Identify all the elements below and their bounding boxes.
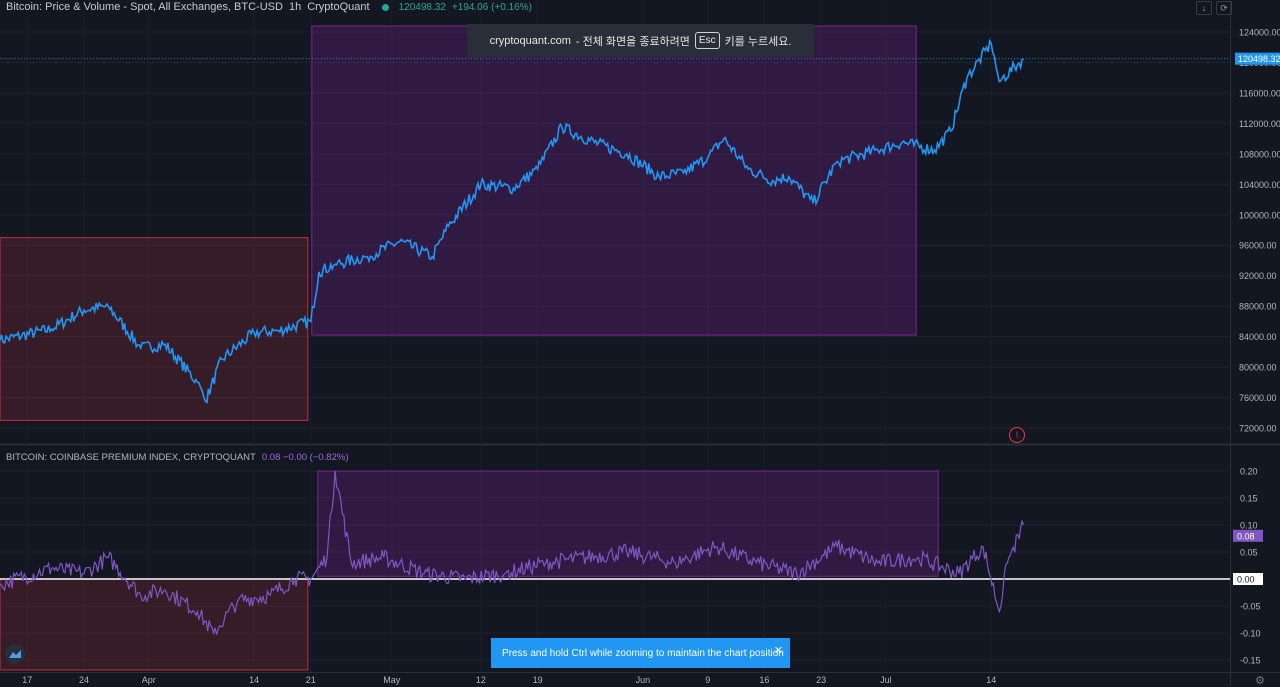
y-tick-label: 76000.00 xyxy=(1239,393,1277,403)
y-tick-label: 88000.00 xyxy=(1239,302,1277,312)
pane-controls: ↓ ⟳ xyxy=(1196,1,1232,15)
legend-last: 120498.32 xyxy=(398,1,446,13)
premium-legend-values: 0.08 −0.00 (−0.82%) xyxy=(261,452,349,463)
x-tick-label: Apr xyxy=(142,675,156,685)
time-axis[interactable]: 17 24 Apr 14 21 May 12 19 Jun 9 16 23 Jul 14 xyxy=(22,675,996,685)
premium-legend-title: BITCOIN: COINBASE PREMIUM INDEX, CRYPTOQ… xyxy=(6,452,256,463)
settings-gear-icon[interactable]: ⚙ xyxy=(1255,674,1265,687)
y-tick-label: 96000.00 xyxy=(1239,241,1277,251)
x-tick-label: 16 xyxy=(759,675,769,685)
y-tick-label: 0.20 xyxy=(1240,467,1258,477)
x-tick-label: Jul xyxy=(880,675,892,685)
last-price-label: 120498.32 xyxy=(1238,54,1280,64)
logo-icon[interactable] xyxy=(5,644,25,664)
x-tick-label: 9 xyxy=(705,675,710,685)
restore-icon[interactable]: ⟳ xyxy=(1216,1,1232,15)
close-icon[interactable]: ✕ xyxy=(774,644,783,657)
legend-title: Bitcoin: Price & Volume - Spot, All Exch… xyxy=(6,1,283,13)
legend-source: CryptoQuant xyxy=(307,1,370,13)
y-tick-label: 116000.00 xyxy=(1239,88,1280,98)
x-tick-label: 17 xyxy=(22,675,32,685)
fullscreen-banner: cryptoquant.com - 전체 화면을 종료하려면 Esc 키를 누르… xyxy=(467,24,814,57)
y-tick-label: 112000.00 xyxy=(1239,119,1280,129)
y-tick-label: -0.05 xyxy=(1240,602,1261,612)
x-tick-label: 23 xyxy=(816,675,826,685)
x-tick-label: 14 xyxy=(249,675,259,685)
y-tick-label: 72000.00 xyxy=(1239,424,1277,434)
x-tick-label: May xyxy=(383,675,401,685)
y-tick-label: -0.15 xyxy=(1240,656,1261,666)
y-tick-label: 108000.00 xyxy=(1239,149,1280,159)
legend-interval[interactable]: 1h xyxy=(289,1,301,13)
y-tick-label: 0.05 xyxy=(1240,548,1258,558)
y-tick-label: 104000.00 xyxy=(1239,180,1280,190)
red-zone-price[interactable] xyxy=(0,237,309,421)
premium-legend: BITCOIN: COINBASE PREMIUM INDEX, CRYPTOQ… xyxy=(6,452,348,463)
y-tick-label: 124000.00 xyxy=(1239,28,1280,38)
y-tick-label: -0.10 xyxy=(1240,629,1261,639)
zoom-hint-toast: Press and hold Ctrl while zooming to mai… xyxy=(491,638,790,668)
y-tick-label: 0.15 xyxy=(1240,494,1258,504)
banner-text-before: - 전체 화면을 종료하려면 xyxy=(575,35,690,48)
x-tick-label: 14 xyxy=(986,675,996,685)
x-tick-label: 12 xyxy=(476,675,486,685)
x-tick-label: 19 xyxy=(533,675,543,685)
y-tick-label: 80000.00 xyxy=(1239,363,1277,373)
y-tick-label: 0.10 xyxy=(1240,521,1258,531)
arrow-down-icon[interactable]: ↓ xyxy=(1196,1,1212,15)
price-axis[interactable]: 124000.00120000.00116000.00112000.001080… xyxy=(1233,28,1280,666)
y-tick-label: 92000.00 xyxy=(1239,271,1277,281)
y-tick-label: 100000.00 xyxy=(1239,210,1280,220)
x-tick-label: Jun xyxy=(636,675,651,685)
warning-icon[interactable]: ! xyxy=(1009,427,1025,443)
x-tick-label: 21 xyxy=(306,675,316,685)
zero-value-label: 0.00 xyxy=(1237,575,1255,585)
status-dot-icon xyxy=(381,3,389,11)
red-zone-premium[interactable] xyxy=(0,578,309,671)
banner-site: cryptoquant.com xyxy=(489,34,571,47)
y-tick-label: 84000.00 xyxy=(1239,332,1277,342)
main-legend: Bitcoin: Price & Volume - Spot, All Exch… xyxy=(6,1,532,13)
premium-value-label: 0.08 xyxy=(1237,531,1255,541)
legend-change: +194.06 (+0.16%) xyxy=(451,1,532,13)
banner-text-after: 키를 누르세요. xyxy=(724,35,792,48)
purple-zone-price[interactable] xyxy=(311,25,917,336)
toast-text: Press and hold Ctrl while zooming to mai… xyxy=(502,647,784,659)
x-tick-label: 24 xyxy=(79,675,89,685)
chart-canvas[interactable]: 124000.00120000.00116000.00112000.001080… xyxy=(0,0,1280,686)
esc-key-badge: Esc xyxy=(694,32,720,49)
